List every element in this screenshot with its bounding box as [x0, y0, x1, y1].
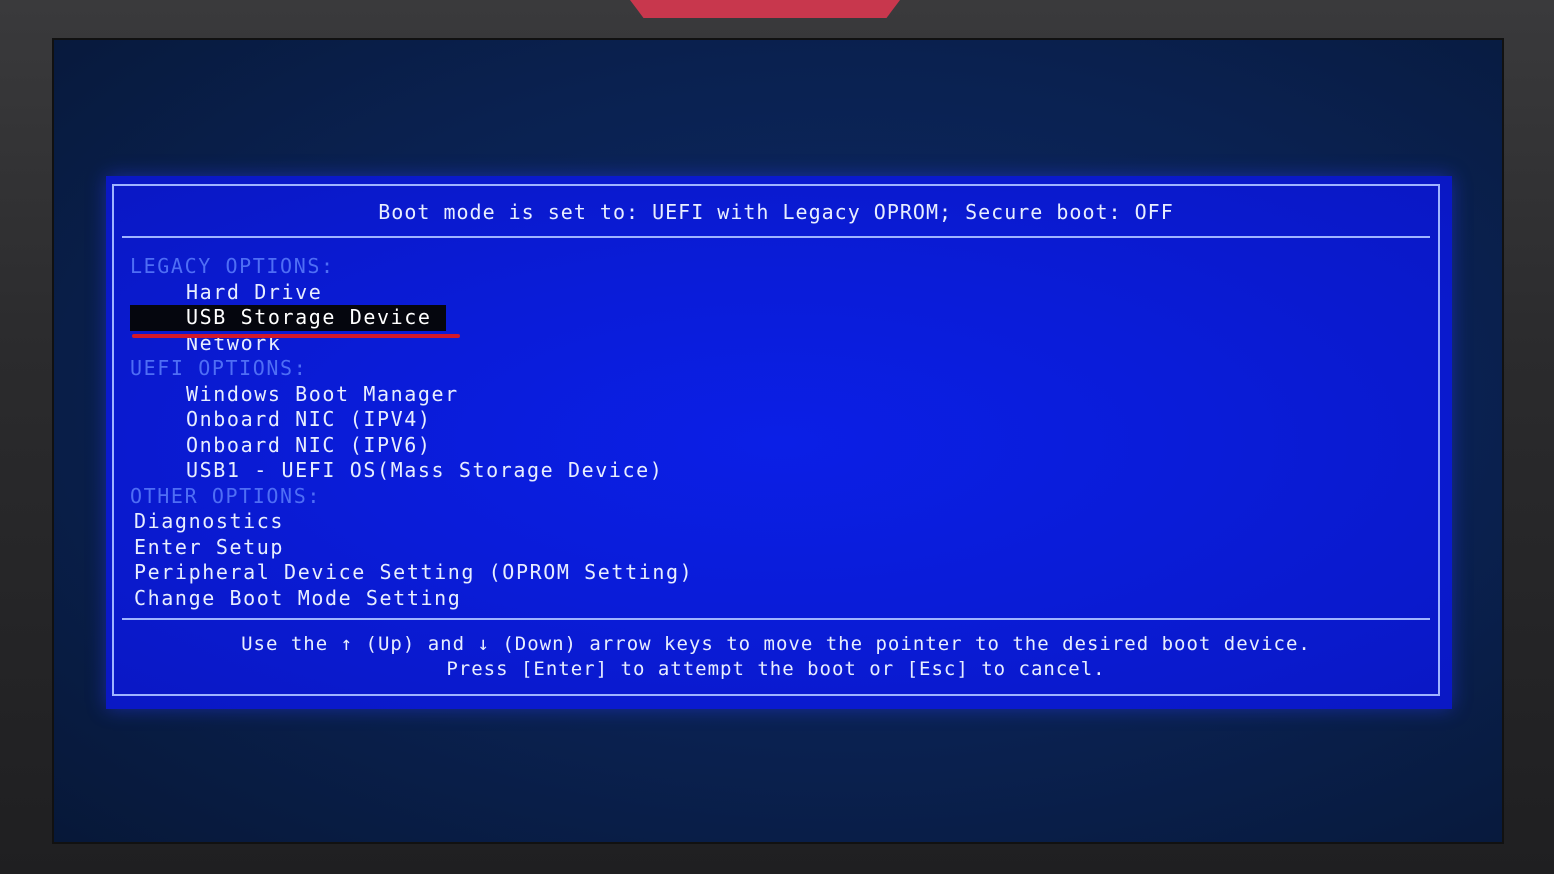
bezel-sticker	[630, 0, 900, 18]
menu-item-usb-storage-device[interactable]: USB Storage Device	[130, 305, 446, 331]
header-divider	[122, 236, 1430, 238]
boot-mode-header: Boot mode is set to: UEFI with Legacy OP…	[378, 200, 1174, 224]
instructions-footer: Use the ↑ (Up) and ↓ (Down) arrow keys t…	[114, 632, 1438, 682]
menu-item-enter-setup[interactable]: Enter Setup	[130, 535, 830, 561]
menu-item-onboard-nic-ipv4[interactable]: Onboard NIC (IPV4)	[130, 407, 830, 433]
legacy-options-title: LEGACY OPTIONS:	[130, 254, 335, 278]
menu-item-diagnostics[interactable]: Diagnostics	[130, 509, 830, 535]
laptop-bezel: Boot mode is set to: UEFI with Legacy OP…	[0, 0, 1554, 874]
red-annotation-underline	[132, 334, 460, 338]
menu-item-change-boot-mode-setting[interactable]: Change Boot Mode Setting	[130, 586, 830, 612]
menu-item-hard-drive[interactable]: Hard Drive	[130, 280, 830, 306]
footer-divider	[122, 618, 1430, 620]
other-options-title: OTHER OPTIONS:	[130, 483, 321, 508]
bios-frame: Boot mode is set to: UEFI with Legacy OP…	[112, 184, 1440, 696]
menu-item-usb1-uefi-os[interactable]: USB1 - UEFI OS(Mass Storage Device)	[130, 458, 830, 484]
instructions-line-1: Use the ↑ (Up) and ↓ (Down) arrow keys t…	[241, 633, 1311, 655]
menu-item-windows-boot-manager[interactable]: Windows Boot Manager	[130, 382, 830, 408]
boot-options-menu: LEGACY OPTIONS: Hard Drive USB Storage D…	[130, 254, 830, 611]
uefi-options-title: UEFI OPTIONS:	[130, 356, 308, 380]
menu-item-peripheral-device-setting[interactable]: Peripheral Device Setting (OPROM Setting…	[130, 560, 830, 586]
laptop-screen: Boot mode is set to: UEFI with Legacy OP…	[52, 38, 1504, 844]
bios-boot-menu-window: Boot mode is set to: UEFI with Legacy OP…	[106, 176, 1452, 709]
instructions-line-2: Press [Enter] to attempt the boot or [Es…	[446, 658, 1106, 680]
menu-item-onboard-nic-ipv6[interactable]: Onboard NIC (IPV6)	[130, 433, 830, 459]
